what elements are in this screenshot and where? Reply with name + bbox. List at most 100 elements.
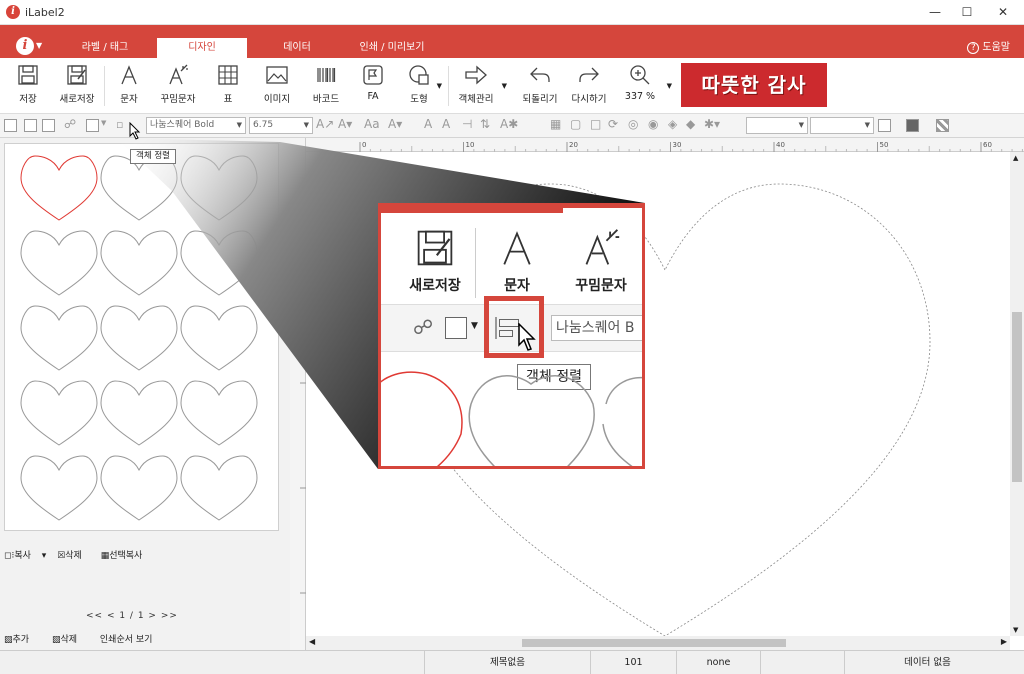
print-order-button[interactable]: 인쇄순서 보기 (100, 635, 153, 645)
chevron-down-icon[interactable]: ▼ (667, 82, 672, 90)
promo-banner[interactable]: 따뜻한 감사 (681, 63, 827, 107)
label-heart-thumbnail[interactable] (180, 155, 258, 221)
pattern-icon[interactable] (936, 119, 949, 132)
text-spacing-icon[interactable]: ⇅ (480, 117, 490, 131)
table-button[interactable]: 표 (213, 62, 243, 110)
font-size-change-icon[interactable]: Aa (364, 117, 380, 131)
scroll-up-icon[interactable]: ▲ (1013, 154, 1018, 162)
page-navigator[interactable]: << < 1 / 1 > >> (86, 611, 178, 621)
label-heart-thumbnail[interactable] (180, 380, 258, 446)
scroll-down-icon[interactable]: ▼ (1013, 626, 1018, 634)
label-heart-thumbnail[interactable] (20, 380, 98, 446)
text-effect-icon[interactable]: A▾ (338, 117, 352, 131)
align-object-icon[interactable]: ▫ (116, 118, 123, 131)
chevron-down-icon[interactable]: ▼ (101, 119, 106, 127)
text-fill-icon[interactable]: A▾ (388, 117, 402, 131)
zoom-text-label: 문자 (504, 278, 530, 294)
undo-button[interactable]: 되돌리기 (519, 62, 561, 110)
tab-print-preview[interactable]: 인쇄 / 미리보기 (347, 38, 437, 58)
label-heart-thumbnail[interactable] (100, 305, 178, 371)
label-heart-thumbnail[interactable] (100, 155, 178, 221)
fill-color-icon[interactable] (878, 119, 891, 132)
line-style-select[interactable]: ▼ (746, 117, 808, 134)
delete-button[interactable]: ☒삭제 (57, 551, 90, 561)
chevron-down-icon[interactable]: ▼ (437, 82, 442, 90)
tab-data[interactable]: 데이터 (252, 38, 342, 58)
font-select[interactable]: 나눔스퀘어 Bold ▼ (146, 117, 246, 134)
help-button[interactable]: ? 도움말 (967, 38, 1010, 54)
save-as-button[interactable]: 새로저장 (55, 62, 99, 110)
add-page-button[interactable]: ▧추가 (4, 635, 39, 645)
zoom-divider (475, 228, 476, 298)
line-color-icon[interactable] (906, 119, 919, 132)
font-size-select[interactable]: 6.75 ▼ (249, 117, 313, 134)
outline-text-icon[interactable]: A (424, 117, 432, 131)
save-button[interactable]: 저장 (10, 62, 46, 110)
line-width-select[interactable]: ▼ (810, 117, 874, 134)
tab-design[interactable]: 디자인 (157, 38, 247, 58)
label-heart-thumbnail[interactable] (20, 455, 98, 521)
zoom-save-as-label: 새로저장 (409, 278, 461, 294)
vertical-scrollbar[interactable]: ▲ ▼ (1010, 152, 1024, 636)
delete-page-button[interactable]: ▧삭제 (52, 635, 87, 645)
fa-button[interactable]: FA (358, 62, 388, 110)
vertical-scroll-thumb[interactable] (1012, 312, 1022, 482)
effect3-icon[interactable]: ◆ (686, 117, 695, 131)
effect-icon[interactable]: ◉ (648, 117, 658, 131)
status-none: none (676, 651, 760, 674)
label-heart-thumbnail[interactable] (20, 155, 98, 221)
align-icon[interactable]: ▦ (550, 117, 561, 131)
sparkle-icon[interactable]: ✱▾ (704, 117, 720, 131)
text-style-icon[interactable]: A↗ (316, 117, 334, 131)
shadow-text-icon[interactable]: A (442, 117, 450, 131)
vertical-text-icon[interactable]: ⊣ (462, 117, 472, 131)
status-bar: 제목없음 101 none 데이터 없음 (0, 650, 1024, 674)
label-heart-thumbnail[interactable] (100, 230, 178, 296)
object-manage-icon (455, 62, 497, 88)
shape-button[interactable]: 도형 ▼ (404, 62, 442, 110)
chevron-down-icon: ▼ (864, 121, 870, 129)
text-button[interactable]: 문자 (114, 62, 144, 110)
rotate-icon[interactable]: ⟳ (608, 117, 618, 131)
scroll-left-icon[interactable]: ◀ (309, 637, 315, 646)
minimize-button[interactable]: — (918, 0, 952, 25)
label-heart-thumbnail[interactable] (180, 455, 258, 521)
label-sheet-preview[interactable] (4, 143, 279, 531)
maximize-button[interactable]: ☐ (950, 0, 984, 25)
label-heart-thumbnail[interactable] (20, 305, 98, 371)
label-heart-thumbnail[interactable] (100, 380, 178, 446)
app-menu-button[interactable]: i ▼ (16, 37, 42, 55)
image-button[interactable]: 이미지 (257, 62, 297, 110)
select-copy-button[interactable]: ▦선택복사 (101, 551, 151, 561)
redo-button[interactable]: 다시하기 (568, 62, 610, 110)
object-manage-button[interactable]: 객체관리 ▼ (455, 62, 507, 110)
tab-label-tag[interactable]: 라벨 / 태그 (60, 38, 150, 58)
delete-label: 삭제 (65, 551, 82, 561)
label-heart-thumbnail[interactable] (180, 305, 258, 371)
border-icon[interactable]: ▢ (570, 117, 581, 131)
close-button[interactable]: ✕ (986, 0, 1020, 25)
label-thumbnails[interactable] (5, 144, 280, 532)
frame-icon[interactable]: □ (590, 117, 601, 131)
label-heart-thumbnail[interactable] (180, 230, 258, 296)
group-icon[interactable] (86, 119, 99, 132)
view-icon[interactable] (4, 119, 17, 132)
zoom-button[interactable]: 337 % ▼ (620, 62, 672, 110)
fancy-text-button[interactable]: 꾸밈문자 (155, 62, 201, 110)
barcode-button[interactable]: 바코드 (306, 62, 346, 110)
text-magic-icon[interactable]: A✱ (500, 117, 518, 131)
zoom-fancy-text-label: 꾸밈문자 (575, 278, 627, 294)
scroll-right-icon[interactable]: ▶ (1001, 637, 1007, 646)
copy-button[interactable]: ◻⁝복사 ▾ (4, 551, 46, 561)
label-heart-thumbnail[interactable] (100, 455, 178, 521)
label-heart-thumbnail[interactable] (20, 230, 98, 296)
lock-icon[interactable]: ☍ (64, 117, 76, 131)
chevron-down-icon[interactable]: ▼ (502, 82, 507, 90)
effect2-icon[interactable]: ◈ (668, 117, 677, 131)
copy-icon[interactable] (42, 119, 55, 132)
page-icon[interactable] (24, 119, 37, 132)
copy-label: 복사 (14, 551, 31, 561)
flip-icon[interactable]: ◎ (628, 117, 638, 131)
horizontal-scrollbar[interactable]: ◀ ▶ (306, 636, 1010, 650)
horizontal-scroll-thumb[interactable] (522, 639, 786, 647)
